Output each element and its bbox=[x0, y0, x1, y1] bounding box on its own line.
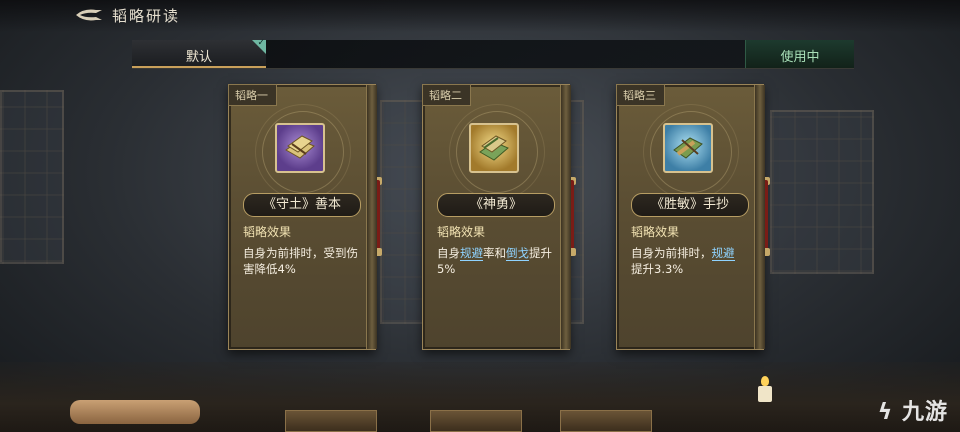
strategy-card-2[interactable]: 韬略二 《神勇》 韬略效果 自身规避率和倒戈提升5% bbox=[422, 84, 576, 350]
purple-book-bundle-icon[interactable] bbox=[275, 123, 325, 173]
scroll-cap-bottom bbox=[373, 248, 382, 256]
watermark-logo: ϟ 九游 bbox=[878, 394, 948, 426]
card-scrollbar[interactable] bbox=[763, 180, 768, 250]
keyword-evasion-link[interactable]: 规避 bbox=[460, 246, 483, 261]
blue-book-bundle-icon[interactable] bbox=[663, 123, 713, 173]
in-use-button[interactable]: 使用中 bbox=[745, 40, 854, 68]
effect-text: 自身为前排时，规避提升3.3% bbox=[631, 245, 749, 277]
loadout-tab-strip: 默认 ✓ 使用中 bbox=[132, 38, 854, 69]
box-prop-3 bbox=[560, 410, 652, 432]
scroll-cap-bottom bbox=[567, 248, 576, 256]
watermark-text: 九游 bbox=[901, 400, 948, 425]
gold-book-bundle-icon[interactable] bbox=[469, 123, 519, 173]
card-scrollbar[interactable] bbox=[375, 180, 380, 250]
card-tag: 韬略二 bbox=[422, 84, 471, 106]
book-bundle-glyph bbox=[673, 137, 703, 159]
keyword-evasion-link[interactable]: 规避 bbox=[711, 246, 735, 261]
back-arrow-icon bbox=[76, 9, 102, 21]
effect-text-suffix: 提升3.3% bbox=[631, 262, 684, 276]
keyword-defect-link[interactable]: 倒戈 bbox=[506, 246, 529, 261]
effect-text: 自身规避率和倒戈提升5% bbox=[437, 245, 555, 277]
effect-text-middle: 率和 bbox=[483, 246, 506, 260]
effect-label: 韬略效果 bbox=[631, 225, 680, 239]
box-prop-1 bbox=[285, 410, 377, 432]
check-mark-icon: ✓ bbox=[257, 38, 265, 48]
watermark-glyph-icon: ϟ bbox=[877, 400, 894, 425]
card-scrollbar[interactable] bbox=[569, 180, 574, 250]
scroll-prop bbox=[70, 400, 200, 424]
tab-default-label: 默认 bbox=[185, 50, 212, 65]
tab-default[interactable]: 默认 ✓ bbox=[132, 38, 266, 68]
background-window-left bbox=[0, 90, 64, 264]
strategy-card-3[interactable]: 韬略三 《胜敏》手抄 韬略效果 自身为前排时，规避提升3.3% bbox=[616, 84, 770, 350]
in-use-label: 使用中 bbox=[780, 50, 820, 65]
box-prop-2 bbox=[430, 410, 522, 432]
effect-text: 自身为前排时，受到伤害降低4% bbox=[243, 246, 358, 276]
back-button[interactable] bbox=[74, 6, 104, 24]
top-bar: 韬略研读 bbox=[0, 0, 960, 32]
book-name: 《胜敏》手抄 bbox=[631, 193, 749, 217]
strategy-card-1[interactable]: 韬略一 《守土》善本 韬略效果 自身为前排时，受到伤害降低4% bbox=[228, 84, 382, 350]
effect-text-prefix: 自身 bbox=[437, 246, 460, 260]
book-bundle-glyph bbox=[285, 135, 315, 159]
candle-flame bbox=[761, 376, 769, 386]
book-bundle-glyph bbox=[479, 135, 509, 161]
effect-label: 韬略效果 bbox=[243, 225, 292, 239]
background-window-right bbox=[770, 110, 874, 274]
effect-text-prefix: 自身为前排时， bbox=[631, 246, 712, 260]
card-tag: 韬略一 bbox=[228, 84, 277, 106]
effect-label: 韬略效果 bbox=[437, 225, 486, 239]
candle-prop bbox=[758, 386, 772, 402]
card-tag: 韬略三 bbox=[616, 84, 665, 106]
book-name: 《神勇》 bbox=[437, 193, 555, 217]
book-name: 《守土》善本 bbox=[243, 193, 361, 217]
scroll-cap-bottom bbox=[761, 248, 770, 256]
page-title: 韬略研读 bbox=[112, 7, 181, 25]
